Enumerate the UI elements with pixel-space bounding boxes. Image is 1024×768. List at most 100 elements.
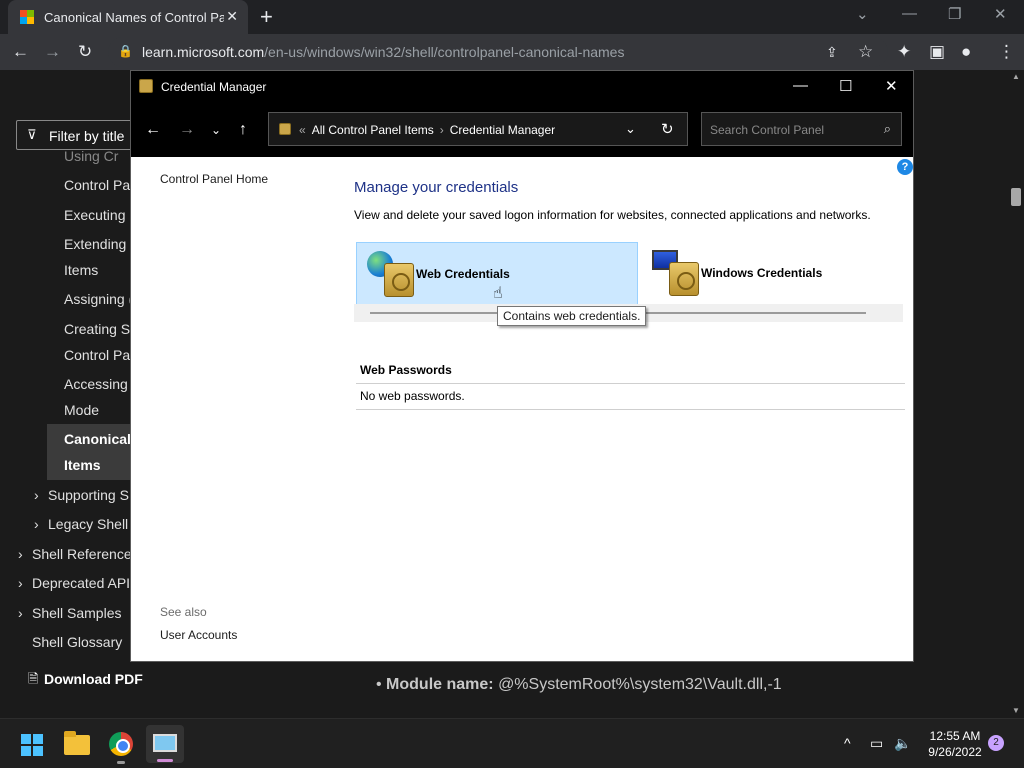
lock-icon[interactable]: 🔒 xyxy=(118,44,133,58)
up-folder-icon[interactable]: ↑ xyxy=(239,121,247,139)
nav-item[interactable]: Supporting S xyxy=(48,487,129,503)
explorer-nav-bar: ← → ⌄ ↑ « All Control Panel Items › Credent… xyxy=(131,103,913,157)
new-tab-button[interactable]: + xyxy=(260,4,273,30)
nav-item[interactable]: Executing C xyxy=(64,207,139,223)
volume-icon[interactable]: 🔈 xyxy=(894,735,911,752)
taskbar: ^ ▭ 🔈 12:55 AM 9/26/2022 2 xyxy=(0,718,1024,768)
url-path: /en-us/windows/win32/shell/controlpanel-… xyxy=(264,44,625,60)
nav-item[interactable]: Accessing xyxy=(64,376,128,392)
restore-button[interactable]: ❐ xyxy=(948,5,961,23)
tooltip: Contains web credentials. xyxy=(497,306,647,326)
nav-item-selected[interactable]: Items xyxy=(64,457,101,473)
module-value: @%SystemRoot%\system32\Vault.dll,-1 xyxy=(498,676,782,693)
forward-icon[interactable]: → xyxy=(44,42,61,62)
chevron-right-icon[interactable]: › xyxy=(34,487,39,503)
breadcrumb: « All Control Panel Items › Credential Mana… xyxy=(299,123,555,137)
nav-item[interactable]: Deprecated API xyxy=(32,575,130,591)
window-close-button[interactable]: ✕ xyxy=(885,77,898,95)
nav-item-selected[interactable]: Canonical xyxy=(64,431,131,447)
profile-icon[interactable]: ● xyxy=(961,42,971,62)
chevron-right-icon[interactable]: › xyxy=(18,546,23,562)
nav-item[interactable]: Shell Samples xyxy=(32,605,122,621)
search-control-panel-input[interactable]: Search Control Panel ⌕ xyxy=(701,112,902,146)
user-accounts-link[interactable]: User Accounts xyxy=(160,628,237,642)
network-icon[interactable]: ▭ xyxy=(870,735,883,752)
nav-item[interactable]: Creating S xyxy=(64,321,130,337)
address-dropdown-icon[interactable]: ⌄ xyxy=(625,121,636,137)
page-heading: Manage your credentials xyxy=(354,179,519,196)
divider xyxy=(356,409,905,410)
filter-placeholder: Filter by title xyxy=(49,128,125,144)
share-icon[interactable]: ⇪ xyxy=(826,44,838,61)
side-panel-icon[interactable]: ▣ xyxy=(929,42,945,62)
nav-item[interactable]: Using Cr xyxy=(64,148,118,164)
microsoft-favicon-icon xyxy=(20,10,34,24)
see-also-label: See also xyxy=(160,605,207,619)
nav-item[interactable]: Mode xyxy=(64,402,99,418)
search-icon[interactable]: ⌕ xyxy=(884,121,891,137)
refresh-icon[interactable]: ↻ xyxy=(661,120,674,138)
back-icon[interactable]: ← xyxy=(12,42,29,62)
nav-item[interactable]: Control Pa xyxy=(64,347,130,363)
tab-close-icon[interactable]: ✕ xyxy=(226,8,238,25)
nav-item[interactable]: Legacy Shell xyxy=(48,516,128,532)
address-bar[interactable]: 🔒 learn.microsoft.com/en-us/windows/win3… xyxy=(108,37,888,67)
bookmark-star-icon[interactable]: ☆ xyxy=(858,42,873,62)
clock[interactable]: 12:55 AM 9/26/2022 xyxy=(918,728,992,760)
forward-icon[interactable]: → xyxy=(179,121,195,139)
windows-credentials-tile[interactable]: Windows Credentials xyxy=(642,242,902,305)
nav-item[interactable]: Shell Reference xyxy=(32,546,132,562)
chevron-right-icon[interactable]: › xyxy=(34,516,39,532)
back-icon[interactable]: ← xyxy=(145,121,161,139)
nav-item[interactable]: Items xyxy=(64,262,98,278)
show-hidden-icons-icon[interactable]: ^ xyxy=(844,735,851,751)
scroll-thumb[interactable] xyxy=(1011,188,1021,206)
vault-icon xyxy=(384,263,414,297)
control-panel-app-icon[interactable] xyxy=(146,725,184,763)
nav-item[interactable]: Assigning ( xyxy=(64,291,133,307)
menu-icon[interactable]: ⋮ xyxy=(998,42,1015,62)
hand-cursor-icon: ☝ xyxy=(493,285,503,302)
extensions-icon[interactable]: ✦ xyxy=(897,42,911,62)
close-browser-button[interactable]: ✕ xyxy=(994,5,1007,23)
browser-tab[interactable]: Canonical Names of Control Panel ✕ xyxy=(8,0,248,34)
chevron-right-icon[interactable]: › xyxy=(18,575,23,591)
nav-item[interactable]: Extending xyxy=(64,236,126,252)
recent-locations-icon[interactable]: ⌄ xyxy=(211,123,221,137)
web-passwords-heading: Web Passwords xyxy=(360,363,452,377)
divider xyxy=(356,383,905,384)
breadcrumb-current[interactable]: Credential Manager xyxy=(450,123,555,137)
breadcrumb-overflow-icon[interactable]: « xyxy=(299,123,306,137)
minimize-button[interactable]: — xyxy=(902,5,917,22)
filter-icon: ⊽ xyxy=(27,127,37,142)
download-pdf-button[interactable]: 🗎 Download PDF xyxy=(16,666,306,694)
windows-start-icon[interactable] xyxy=(21,734,43,756)
web-credentials-label: Web Credentials xyxy=(416,267,510,281)
reload-icon[interactable]: ↻ xyxy=(78,42,92,62)
window-maximize-button[interactable]: ☐ xyxy=(839,77,852,95)
scroll-up-icon[interactable]: ▲ xyxy=(1012,72,1020,81)
breadcrumb-root[interactable]: All Control Panel Items xyxy=(312,123,434,137)
filter-by-title-input[interactable]: ⊽ Filter by title xyxy=(16,120,136,150)
breadcrumb-separator-icon: › xyxy=(439,123,444,137)
page-description: View and delete your saved logon informa… xyxy=(354,208,871,222)
control-panel-screen-icon xyxy=(153,734,177,752)
tab-search-icon[interactable]: ⌄ xyxy=(856,5,869,23)
clock-date: 9/26/2022 xyxy=(928,745,982,759)
file-explorer-icon[interactable] xyxy=(64,731,90,755)
search-placeholder: Search Control Panel xyxy=(710,123,825,137)
url-text: learn.microsoft.com/en-us/windows/win32/… xyxy=(142,44,624,60)
breadcrumb-address-bar[interactable]: « All Control Panel Items › Credential Mana… xyxy=(268,112,688,146)
page-scrollbar[interactable]: ▲ ▼ xyxy=(1008,70,1024,718)
help-icon[interactable]: ? xyxy=(897,159,913,175)
nav-item[interactable]: Shell Glossary xyxy=(32,634,122,650)
window-minimize-button[interactable]: — xyxy=(793,77,808,94)
download-pdf-label: Download PDF xyxy=(44,671,143,687)
scroll-down-icon[interactable]: ▼ xyxy=(1012,706,1020,715)
notification-badge[interactable]: 2 xyxy=(988,735,1004,751)
window-title-bar[interactable]: Credential Manager — ☐ ✕ xyxy=(131,71,913,103)
nav-item[interactable]: Control Pa xyxy=(64,177,130,193)
chevron-right-icon[interactable]: › xyxy=(18,605,23,621)
chrome-icon[interactable] xyxy=(109,732,133,756)
control-panel-home-link[interactable]: Control Panel Home xyxy=(160,172,268,186)
